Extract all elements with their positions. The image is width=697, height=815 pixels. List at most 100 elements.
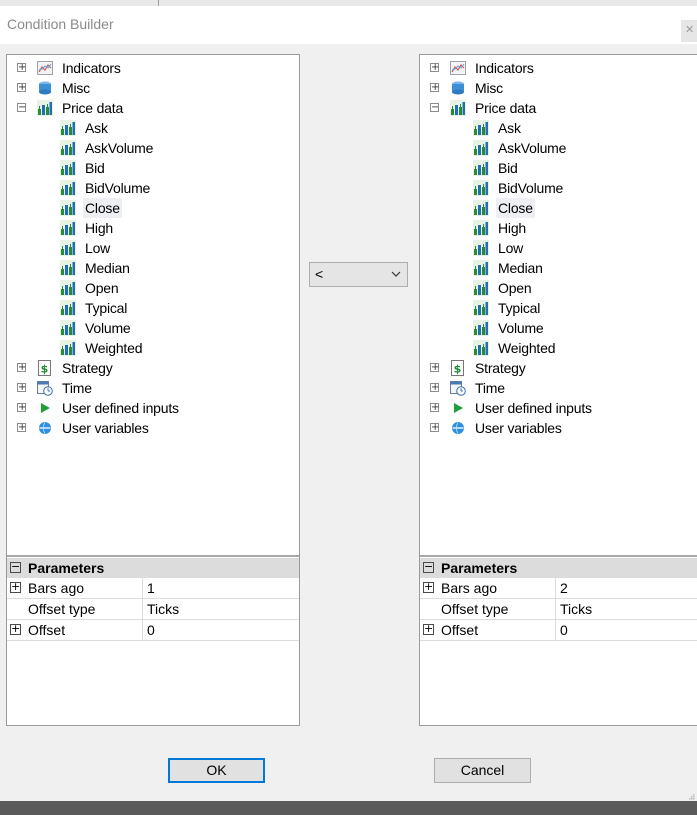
price-series-icon — [60, 260, 76, 276]
param-row-bars-ago[interactable]: + Bars ago 2 — [420, 578, 697, 599]
column-divider — [142, 599, 143, 619]
time-icon — [450, 380, 466, 396]
param-row-offset-type[interactable]: Offset type Ticks — [420, 599, 697, 620]
param-value[interactable]: 1 — [147, 578, 155, 598]
tree-item-label: Indicators — [62, 60, 121, 76]
price-series-icon — [473, 320, 489, 336]
resize-grip-icon[interactable] — [689, 794, 695, 800]
tree-item-label: Misc — [475, 80, 503, 96]
param-value[interactable]: Ticks — [560, 599, 592, 619]
expand-icon[interactable]: + — [17, 423, 26, 433]
expand-icon[interactable]: + — [430, 423, 439, 433]
close-button[interactable]: ✕ — [681, 20, 697, 42]
param-row-bars-ago[interactable]: + Bars ago 1 — [7, 578, 299, 599]
tree-item-label: Misc — [62, 80, 90, 96]
right-parameters-grid: − Parameters + Bars ago 2 Offset type Ti… — [420, 558, 697, 641]
price-series-icon — [60, 280, 76, 296]
expand-icon[interactable]: + — [17, 383, 26, 393]
price-series-icon — [60, 180, 76, 196]
left-tree-view[interactable]: + Indicators + Misc − Price data Ask AskVolume B… — [7, 55, 299, 555]
price-series-icon — [473, 280, 489, 296]
tree-item-label: Close — [496, 198, 535, 218]
param-name: Offset type — [28, 601, 96, 617]
tree-item-label: Strategy — [62, 360, 113, 376]
tree-item-label: Ask — [85, 120, 108, 136]
tree-item-label: Time — [62, 380, 92, 396]
param-value[interactable]: 0 — [560, 620, 568, 640]
time-icon — [37, 380, 53, 396]
right-tree-view[interactable]: + Indicators + Misc − Price data Ask AskVolume B… — [420, 55, 697, 555]
column-divider — [555, 620, 556, 640]
globe-icon — [37, 420, 53, 436]
close-icon: ✕ — [685, 24, 695, 36]
operator-value: < — [315, 266, 324, 282]
param-name: Offset type — [441, 601, 509, 617]
svg-text:$: $ — [454, 363, 462, 376]
panel-splitter[interactable] — [420, 555, 697, 557]
price-series-icon — [473, 220, 489, 236]
param-name: Bars ago — [28, 580, 85, 596]
price-series-icon — [473, 140, 489, 156]
collapse-icon[interactable]: − — [430, 103, 439, 113]
expand-icon[interactable]: + — [17, 83, 26, 93]
expand-icon[interactable]: + — [17, 63, 26, 73]
collapse-icon[interactable]: − — [17, 103, 26, 113]
tree-item-label: Typical — [498, 300, 541, 316]
price-series-icon — [60, 320, 76, 336]
left-expression-panel: + Indicators + Misc − Price data Ask AskVolume B… — [6, 54, 300, 726]
param-value[interactable]: Ticks — [147, 599, 179, 619]
expand-icon[interactable]: + — [430, 83, 439, 93]
expand-icon[interactable]: + — [430, 403, 439, 413]
param-row-offset[interactable]: + Offset 0 — [7, 620, 299, 641]
param-value[interactable]: 2 — [560, 578, 568, 598]
expand-icon[interactable]: + — [430, 63, 439, 73]
tree-item-label: Weighted — [498, 340, 556, 356]
parameters-title: Parameters — [441, 560, 518, 576]
param-value[interactable]: 0 — [147, 620, 155, 640]
price-data-icon — [37, 100, 53, 116]
tree-item-label: Weighted — [85, 340, 143, 356]
condition-builder-window: Condition Builder ✕ + Indicators + Misc − Pri… — [0, 6, 697, 801]
parameters-header[interactable]: − Parameters — [420, 558, 697, 578]
collapse-icon[interactable]: − — [423, 561, 434, 573]
tree-item-label: Low — [85, 240, 111, 256]
price-series-icon — [60, 240, 76, 256]
strategy-icon: $ — [450, 360, 466, 376]
price-series-icon — [473, 160, 489, 176]
operator-dropdown[interactable]: < — [309, 262, 408, 287]
column-divider — [555, 578, 556, 598]
tree-item-label: Low — [498, 240, 524, 256]
price-series-icon — [60, 160, 76, 176]
expand-icon[interactable]: + — [10, 623, 21, 635]
price-series-icon — [473, 120, 489, 136]
left-parameters-grid: − Parameters + Bars ago 1 Offset type Ti… — [7, 558, 299, 641]
expand-icon[interactable]: + — [17, 363, 26, 373]
tree-item-label: High — [498, 220, 526, 236]
tree-item-label: BidVolume — [85, 180, 151, 196]
parameters-header[interactable]: − Parameters — [7, 558, 299, 578]
panel-splitter[interactable] — [7, 555, 299, 557]
tree-item-label: Close — [83, 198, 122, 218]
param-row-offset-type[interactable]: Offset type Ticks — [7, 599, 299, 620]
param-row-offset[interactable]: + Offset 0 — [420, 620, 697, 641]
collapse-icon[interactable]: − — [10, 561, 21, 573]
expand-icon[interactable]: + — [10, 581, 21, 593]
expand-icon[interactable]: + — [17, 403, 26, 413]
tree-item-label: High — [85, 220, 113, 236]
tree-item-label: Bid — [85, 160, 105, 176]
expand-icon[interactable]: + — [430, 383, 439, 393]
tree-item-label: Median — [498, 260, 543, 276]
price-series-icon — [473, 240, 489, 256]
tree-item-label: Bid — [498, 160, 518, 176]
price-series-icon — [473, 260, 489, 276]
tree-item-label: User defined inputs — [62, 400, 179, 416]
expand-icon[interactable]: + — [423, 623, 434, 635]
price-series-icon — [473, 300, 489, 316]
expand-icon[interactable]: + — [423, 581, 434, 593]
svg-text:$: $ — [41, 363, 49, 376]
price-series-icon — [60, 220, 76, 236]
expand-icon[interactable]: + — [430, 363, 439, 373]
cancel-button[interactable]: Cancel — [434, 758, 531, 783]
ok-button[interactable]: OK — [168, 758, 265, 783]
chevron-down-icon — [391, 271, 401, 277]
